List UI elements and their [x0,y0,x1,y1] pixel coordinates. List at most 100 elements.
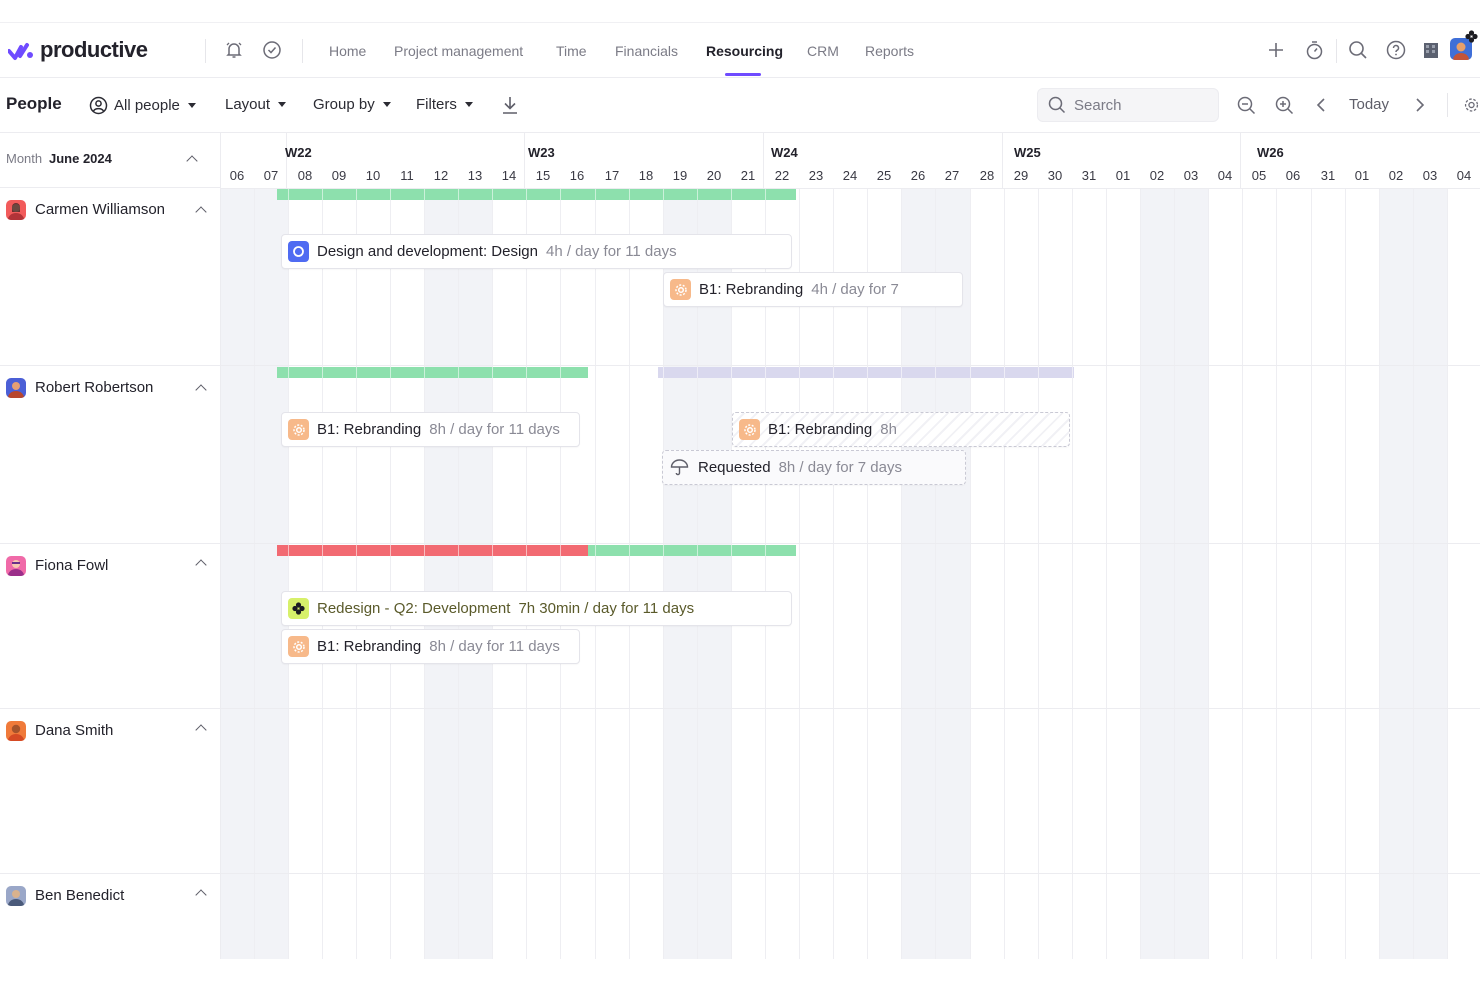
person-name[interactable]: Dana Smith [35,722,113,739]
nav-home[interactable]: Home [329,43,366,59]
nav-resourcing[interactable]: Resourcing [706,43,783,59]
resource-timeline[interactable]: W22 W23 W24 W25 W26 06 07 08 09 10 11 12 13 14 15… [220,133,1480,959]
time-off-request-chip[interactable]: Requested 8h / day for 7 days [662,450,966,485]
logo[interactable]: productive [8,37,148,63]
person-name[interactable]: Carmen Williamson [35,201,165,218]
capacity-day-divider [356,189,357,200]
global-search-button[interactable] [1347,39,1369,61]
gear-icon [739,419,760,440]
organization-button[interactable] [1422,41,1440,59]
download-icon [503,97,517,114]
day-label: 12 [433,168,449,183]
gear-icon [1464,98,1479,112]
capacity-day-divider [1072,367,1073,378]
nav-financials[interactable]: Financials [615,43,678,59]
avatar [6,556,26,576]
week-label: W22 [285,145,312,160]
capacity-day-divider [765,367,766,378]
booking-chip[interactable]: Design and development: Design 4h / day … [281,234,792,269]
day-column-line [424,188,425,959]
help-button[interactable] [1385,39,1407,61]
capacity-day-divider [288,545,289,556]
capacity-day-divider [731,545,732,556]
tasks-button[interactable] [261,39,283,61]
day-label: 17 [604,168,620,183]
person-row-dana-smith: Dana Smith [0,709,220,874]
person-name[interactable]: Robert Robertson [35,379,153,396]
capacity-day-divider [390,189,391,200]
day-column-line [1004,188,1005,959]
chevron-right-icon [1416,98,1425,112]
zoom-out-button[interactable] [1236,95,1256,115]
capacity-day-divider [322,189,323,200]
month-selector[interactable]: Month June 2024 [0,133,220,188]
chevron-up-icon[interactable] [195,724,207,736]
day-label: 06 [229,168,245,183]
zoom-in-button[interactable] [1274,95,1294,115]
booking-title: Redesign - Q2: Development [317,600,511,617]
search-box[interactable] [1037,88,1219,122]
timer-button[interactable] [1304,39,1324,61]
day-label: 18 [638,168,654,183]
day-label: 22 [774,168,790,183]
all-people-dropdown[interactable]: All people [89,96,196,115]
capacity-day-divider [901,367,902,378]
add-button[interactable] [1266,40,1286,60]
day-label: 23 [808,168,824,183]
chevron-up-icon[interactable] [195,206,207,218]
export-button[interactable] [500,94,520,116]
chevron-up-icon[interactable] [195,889,207,901]
capacity-day-divider [935,367,936,378]
booking-chip[interactable]: B1: Rebranding 8h / day for 11 days [281,412,580,447]
day-label: 03 [1422,168,1438,183]
day-label: 20 [706,168,722,183]
day-label: 04 [1217,168,1233,183]
person-name[interactable]: Fiona Fowl [35,557,108,574]
chevron-up-icon[interactable] [195,559,207,571]
capacity-day-divider [970,367,971,378]
capacity-bar-robert-pending [658,367,1074,378]
booking-title: B1: Rebranding [699,281,804,298]
capacity-day-divider [765,189,766,200]
capacity-day-divider [322,367,323,378]
tentative-booking-chip[interactable]: B1: Rebranding 8h [732,412,1070,447]
settings-button[interactable] [1463,95,1480,115]
row-divider [221,365,1480,366]
nav-reports[interactable]: Reports [865,43,914,59]
day-column-line [322,188,323,959]
day-column-line [1242,188,1243,959]
layout-dropdown[interactable]: Layout [225,96,287,113]
zoom-out-icon [1237,96,1255,114]
chevron-up-icon[interactable] [195,384,207,396]
month-value: June 2024 [49,151,112,166]
nav-project-management[interactable]: Project management [394,43,523,59]
day-label: 16 [569,168,585,183]
previous-period-button[interactable] [1313,95,1329,115]
capacity-day-divider [595,189,596,200]
booking-chip[interactable]: B1: Rebranding 8h / day for 11 days [281,629,580,664]
capacity-bar-carmen [277,189,796,200]
today-button[interactable]: Today [1349,96,1389,113]
chevron-up-icon[interactable] [186,155,198,167]
booking-chip[interactable]: B1: Rebranding 4h / day for 7 [663,272,963,307]
nav-crm[interactable]: CRM [807,43,839,59]
day-label: 21 [740,168,756,183]
search-input[interactable] [1074,96,1214,114]
capacity-day-divider [799,367,800,378]
avatar [6,721,26,741]
booking-chip[interactable]: Redesign - Q2: Development 7h 30min / da… [281,591,792,626]
day-label: 09 [331,168,347,183]
group-by-dropdown[interactable]: Group by [313,96,391,113]
avatar [6,200,26,220]
filters-dropdown[interactable]: Filters [416,96,473,113]
day-label: 29 [1013,168,1029,183]
capacity-day-divider [424,545,425,556]
person-row-ben-benedict: Ben Benedict [0,874,220,959]
notifications-button[interactable] [223,39,245,61]
capacity-day-divider [424,189,425,200]
person-name[interactable]: Ben Benedict [35,887,124,904]
next-period-button[interactable] [1412,95,1428,115]
nav-time[interactable]: Time [556,43,587,59]
capacity-day-divider [697,545,698,556]
search-icon [1048,96,1066,114]
